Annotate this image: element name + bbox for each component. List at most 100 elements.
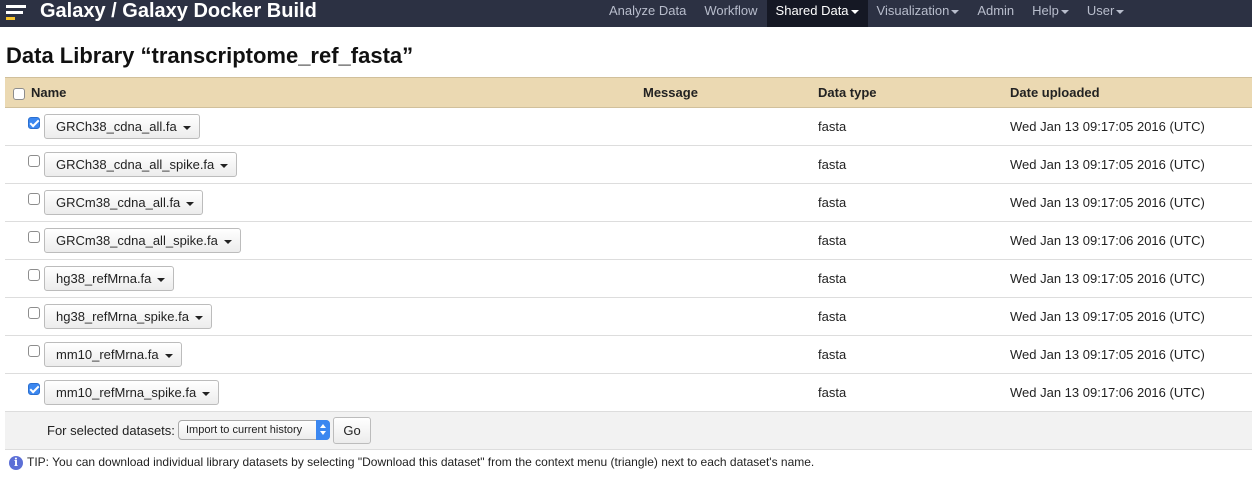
column-header-data-type: Data type [813,77,1005,108]
nav-item-admin[interactable]: Admin [968,0,1023,27]
dataset-date-cell: Wed Jan 13 09:17:06 2016 (UTC) [1005,221,1252,260]
nav-item-analyze-data[interactable]: Analyze Data [600,0,695,27]
dataset-name-cell: GRCm38_cdna_all_spike.fa [5,221,638,260]
dataset-checkbox[interactable] [28,231,40,243]
column-header-message: Message [638,77,813,108]
dataset-message-cell [638,107,813,146]
dataset-type-cell: fasta [813,297,1005,336]
dataset-type-cell: fasta [813,145,1005,184]
column-header-date-uploaded: Date uploaded [1005,77,1252,108]
dataset-name-cell: GRCh38_cdna_all_spike.fa [5,145,638,184]
dataset-name-cell: GRCh38_cdna_all.fa [5,107,638,146]
table-row: hg38_refMrna_spike.fa fasta Wed Jan 13 09:… [5,297,1252,336]
go-button[interactable]: Go [333,417,371,444]
table-row: GRCh38_cdna_all.fa fasta Wed Jan 13 09:17:… [5,107,1252,146]
selected-actions-bar: For selected datasets: Import to current… [5,412,1252,449]
nav-item-user[interactable]: User [1078,0,1133,27]
dataset-date-cell: Wed Jan 13 09:17:05 2016 (UTC) [1005,107,1252,146]
tip-text: TIP: You can download individual library… [27,455,815,469]
dataset-message-cell [638,297,813,336]
nav-item-label: Help [1032,3,1059,18]
dataset-message-cell [638,335,813,374]
table-row: GRCm38_cdna_all.fa fasta Wed Jan 13 09:17:… [5,183,1252,222]
dataset-date-cell: Wed Jan 13 09:17:06 2016 (UTC) [1005,373,1252,412]
dataset-type-cell: fasta [813,183,1005,222]
galaxy-logo-icon[interactable] [6,3,28,23]
column-header-name: Name [5,77,638,108]
dataset-checkbox[interactable] [28,307,40,319]
caret-down-icon [1116,9,1125,14]
selected-action-value: Import to current history [186,424,303,436]
nav-item-label: Analyze Data [609,3,687,18]
dataset-name-cell: GRCm38_cdna_all.fa [5,183,638,222]
dataset-name-button[interactable]: mm10_refMrna.fa [44,342,182,367]
dataset-checkbox[interactable] [28,345,40,357]
nav-item-workflow[interactable]: Workflow [695,0,766,27]
dataset-name-label: GRCh38_cdna_all_spike.fa [56,157,215,172]
caret-down-icon [951,9,960,14]
select-arrows-icon [316,420,330,440]
table-row: GRCh38_cdna_all_spike.fa fasta Wed Jan 13 … [5,145,1252,184]
dataset-name-button[interactable]: hg38_refMrna.fa [44,266,175,291]
dataset-name-button[interactable]: hg38_refMrna_spike.fa [44,304,212,329]
nav-item-label: Shared Data [775,3,849,18]
dataset-date-cell: Wed Jan 13 09:17:05 2016 (UTC) [1005,259,1252,298]
nav-item-label: Admin [977,3,1015,18]
caret-down-icon [164,353,173,358]
dataset-name-label: mm10_refMrna.fa [56,347,159,362]
nav-item-label: User [1086,3,1115,18]
dataset-checkbox[interactable] [28,269,40,281]
dataset-type-cell: fasta [813,107,1005,146]
masthead: Galaxy / Galaxy Docker Build Analyze Dat… [0,0,1252,27]
caret-down-icon [223,239,232,244]
table-row: mm10_refMrna.fa fasta Wed Jan 13 09:17:05 … [5,335,1252,374]
nav-item-visualization[interactable]: Visualization [868,0,969,27]
page-title: Data Library “transcriptome_ref_fasta” [6,43,414,68]
dataset-name-label: mm10_refMrna_spike.fa [56,385,197,400]
dataset-type-cell: fasta [813,373,1005,412]
dataset-message-cell [638,373,813,412]
dataset-type-cell: fasta [813,221,1005,260]
dataset-name-label: hg38_refMrna.fa [56,271,152,286]
selected-action-select[interactable]: Import to current history [178,420,330,440]
library-dataset-table: Name Message Data type Date uploaded GRC… [5,77,1252,450]
dataset-message-cell [638,221,813,260]
dataset-name-button[interactable]: GRCh38_cdna_all_spike.fa [44,152,238,177]
brand-title[interactable]: Galaxy / Galaxy Docker Build [40,0,317,22]
table-row: hg38_refMrna.fa fasta Wed Jan 13 09:17:05 … [5,259,1252,298]
nav-item-shared-data[interactable]: Shared Data [766,0,868,27]
dataset-checkbox[interactable] [28,117,40,129]
caret-down-icon [202,391,211,396]
tip-message: i TIP: You can download individual librar… [9,454,814,470]
table-row: mm10_refMrna_spike.fa fasta Wed Jan 13 09:… [5,373,1252,412]
dataset-type-cell: fasta [813,335,1005,374]
caret-down-icon [220,163,229,168]
selected-actions-row: For selected datasets: Import to current… [5,411,1252,450]
caret-down-icon [186,201,195,206]
info-icon: i [9,455,23,470]
dataset-message-cell [638,183,813,222]
dataset-name-button[interactable]: GRCh38_cdna_all.fa [44,114,200,139]
dataset-name-label: hg38_refMrna_spike.fa [56,309,189,324]
nav-item-label: Workflow [704,3,758,18]
dataset-checkbox[interactable] [28,155,40,167]
dataset-name-label: GRCm38_cdna_all_spike.fa [56,233,218,248]
dataset-checkbox[interactable] [28,383,40,395]
caret-down-icon [182,125,191,130]
main-nav: Analyze Data Workflow Shared Data Visualiza… [600,0,1133,27]
select-all-checkbox[interactable] [13,87,25,100]
dataset-message-cell [638,145,813,184]
dataset-type-cell: fasta [813,259,1005,298]
dataset-name-cell: mm10_refMrna.fa [5,335,638,374]
dataset-date-cell: Wed Jan 13 09:17:05 2016 (UTC) [1005,335,1252,374]
nav-item-label: Visualization [876,3,950,18]
dataset-name-button[interactable]: GRCm38_cdna_all_spike.fa [44,228,241,253]
table-row: GRCm38_cdna_all_spike.fa fasta Wed Jan 13 … [5,221,1252,260]
nav-item-help[interactable]: Help [1023,0,1078,27]
dataset-date-cell: Wed Jan 13 09:17:05 2016 (UTC) [1005,145,1252,184]
dataset-checkbox[interactable] [28,193,40,205]
dataset-name-button[interactable]: mm10_refMrna_spike.fa [44,380,220,405]
dataset-name-button[interactable]: GRCm38_cdna_all.fa [44,190,204,215]
selected-actions-label: For selected datasets: [47,423,175,438]
dataset-date-cell: Wed Jan 13 09:17:05 2016 (UTC) [1005,183,1252,222]
